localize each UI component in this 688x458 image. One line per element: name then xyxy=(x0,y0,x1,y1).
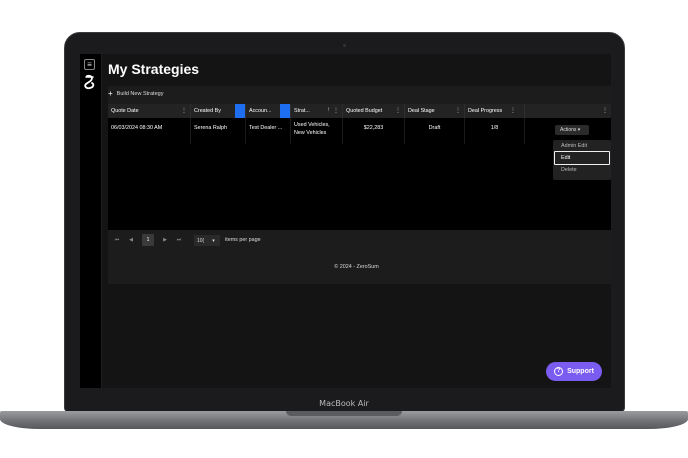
strategy-line-1: Used Vehicles, xyxy=(294,122,330,128)
sort-ascending-icon[interactable]: ↑ xyxy=(327,107,330,113)
actions-label: Actions xyxy=(560,127,577,133)
page-title: My Strategies xyxy=(108,61,200,77)
cell-created-by: Serena Ralph xyxy=(191,118,246,144)
cell-deal-stage: Draft xyxy=(405,118,465,144)
items-per-page-label: items per page xyxy=(225,237,261,243)
strategy-line-2: New Vehicles xyxy=(294,130,327,136)
build-new-strategy-label: Build New Strategy xyxy=(116,90,164,97)
cell-deal-progress: 1/8 xyxy=(465,118,525,144)
column-label: Quote Date xyxy=(111,108,139,114)
column-menu-icon[interactable]: ⋮ xyxy=(602,107,608,114)
page-number-current[interactable]: 1 xyxy=(142,234,154,246)
column-header-deal-stage[interactable]: Deal Stage ⋮ xyxy=(405,104,465,118)
column-label: Accoun... xyxy=(249,108,272,114)
column-menu-icon[interactable]: ⋮ xyxy=(181,107,187,114)
build-new-strategy-button[interactable]: + Build New Strategy xyxy=(108,89,163,98)
column-menu-icon[interactable]: ⋮ xyxy=(510,107,516,114)
menu-item-admin-edit[interactable]: Admin Edit xyxy=(561,143,587,149)
column-label: Quoted Budget xyxy=(346,108,383,114)
chevron-down-icon: ▾ xyxy=(212,237,215,244)
column-menu-icon[interactable]: ⋮ xyxy=(333,107,339,114)
cell-strategy: Used Vehicles, New Vehicles xyxy=(291,118,343,144)
pagination-bar: ⏮ ◀ 1 ▶ ⏭ 10( ▾ items per page xyxy=(108,230,611,250)
main-content: My Strategies + Build New Strategy Quote… xyxy=(102,54,611,388)
table-body: 06/03/2024 08:30 AM Serena Ralph Test De… xyxy=(108,118,611,230)
column-header-quote-date[interactable]: Quote Date ⋮ xyxy=(108,104,191,118)
question-icon: ? xyxy=(554,367,564,376)
support-button[interactable]: ? Support xyxy=(546,362,602,381)
column-menu-icon[interactable]: ⋮ xyxy=(395,107,401,114)
cell-quote-date: 06/03/2024 08:30 AM xyxy=(108,118,191,144)
column-label: Deal Progress xyxy=(468,108,503,114)
laptop-screen: ≡ My Strategies + Build New Strategy Quo… xyxy=(80,54,611,388)
column-label: Created By xyxy=(194,108,221,114)
table-header: Quote Date ⋮ Created By Accoun... Strat.… xyxy=(108,104,611,118)
zerosum-logo-icon[interactable] xyxy=(83,74,97,90)
column-header-quoted-budget[interactable]: Quoted Budget ⋮ xyxy=(343,104,405,118)
previous-page-icon[interactable]: ◀ xyxy=(124,237,138,243)
column-header-account[interactable]: Accoun... xyxy=(246,104,291,118)
plus-icon: + xyxy=(108,89,113,98)
actions-button[interactable]: Actions ▾ xyxy=(555,125,589,135)
column-header-strategy[interactable]: Strat... ↑ ⋮ xyxy=(291,104,343,118)
column-label: Deal Stage xyxy=(408,108,435,114)
column-header-actions: ⋮ xyxy=(525,104,611,118)
cell-quoted-budget: $22,283 xyxy=(343,118,405,144)
items-per-page-value: 10( xyxy=(197,237,205,244)
items-per-page-select[interactable]: 10( ▾ xyxy=(194,234,220,246)
webcam xyxy=(343,44,346,47)
highlight-box-edit xyxy=(554,151,610,165)
laptop-notch xyxy=(286,411,402,416)
last-page-icon[interactable]: ⏭ xyxy=(172,237,186,243)
support-label: Support xyxy=(567,368,594,375)
side-rail: ≡ xyxy=(80,54,102,388)
table-row[interactable]: 06/03/2024 08:30 AM Serena Ralph Test De… xyxy=(108,118,611,144)
column-header-deal-progress[interactable]: Deal Progress ⋮ xyxy=(465,104,525,118)
footer-copyright: © 2024 - ZeroSum xyxy=(334,264,379,270)
column-filter-icon[interactable] xyxy=(235,104,245,118)
column-menu-icon[interactable]: ⋮ xyxy=(455,107,461,114)
column-label: Strat... xyxy=(294,108,310,114)
cell-account: Test Dealer ... xyxy=(246,118,291,144)
hamburger-icon[interactable]: ≡ xyxy=(84,59,95,70)
next-page-icon[interactable]: ▶ xyxy=(158,237,172,243)
menu-item-delete[interactable]: Delete xyxy=(561,167,577,173)
device-label: MacBook Air xyxy=(319,399,369,408)
first-page-icon[interactable]: ⏮ xyxy=(110,237,124,243)
chevron-down-icon: ▾ xyxy=(577,127,581,133)
column-header-created-by[interactable]: Created By xyxy=(191,104,246,118)
column-filter-icon[interactable] xyxy=(280,104,290,118)
